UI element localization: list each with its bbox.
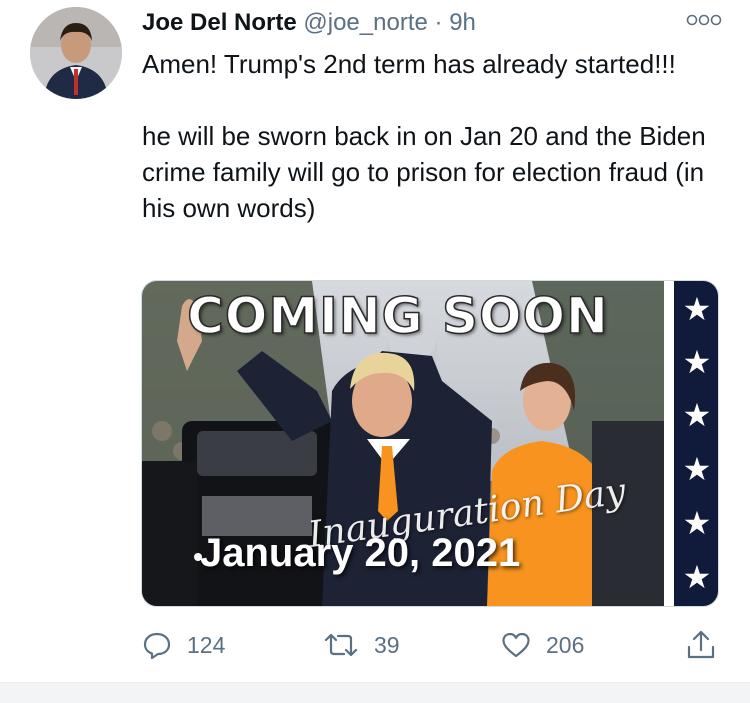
like-button[interactable]: 206 (500, 620, 584, 670)
more-options-icon[interactable] (684, 10, 724, 30)
share-icon (687, 630, 715, 659)
bottom-divider (0, 682, 750, 703)
avatar-image (30, 7, 122, 99)
retweet-icon (324, 633, 358, 657)
avatar[interactable] (30, 7, 122, 99)
reply-icon (143, 632, 171, 660)
media-headline: COMING SOON (186, 286, 609, 346)
separator-dot: · (434, 9, 443, 36)
author-name[interactable]: Joe Del Norte (142, 9, 297, 36)
tweet-media[interactable]: COMING SOON Inauguration Day January 20,… (141, 280, 719, 607)
heart-icon (502, 632, 530, 658)
reply-count: 124 (187, 631, 226, 658)
star-icon: ★ (682, 290, 712, 328)
tweet-time[interactable]: 9h (449, 9, 476, 36)
retweet-button[interactable]: 39 (322, 620, 400, 670)
tweet-header: Joe Del Norte @joe_norte · 9h (142, 9, 476, 39)
star-icon: ★ (682, 558, 712, 596)
tweet-actions: 124 39 206 (0, 620, 750, 670)
star-icon: ★ (682, 343, 712, 381)
tweet-text: Amen! Trump's 2nd term has already start… (142, 49, 706, 223)
star-icon: ★ (682, 504, 712, 542)
author-handle[interactable]: @joe_norte (303, 9, 427, 36)
reply-button[interactable]: 124 (141, 620, 225, 670)
media-date: January 20, 2021 (200, 531, 521, 575)
star-icon: ★ (682, 450, 712, 488)
retweet-count: 39 (374, 631, 400, 658)
star-icon: ★ (682, 396, 712, 434)
share-button[interactable] (684, 620, 718, 670)
like-count: 206 (546, 631, 585, 658)
